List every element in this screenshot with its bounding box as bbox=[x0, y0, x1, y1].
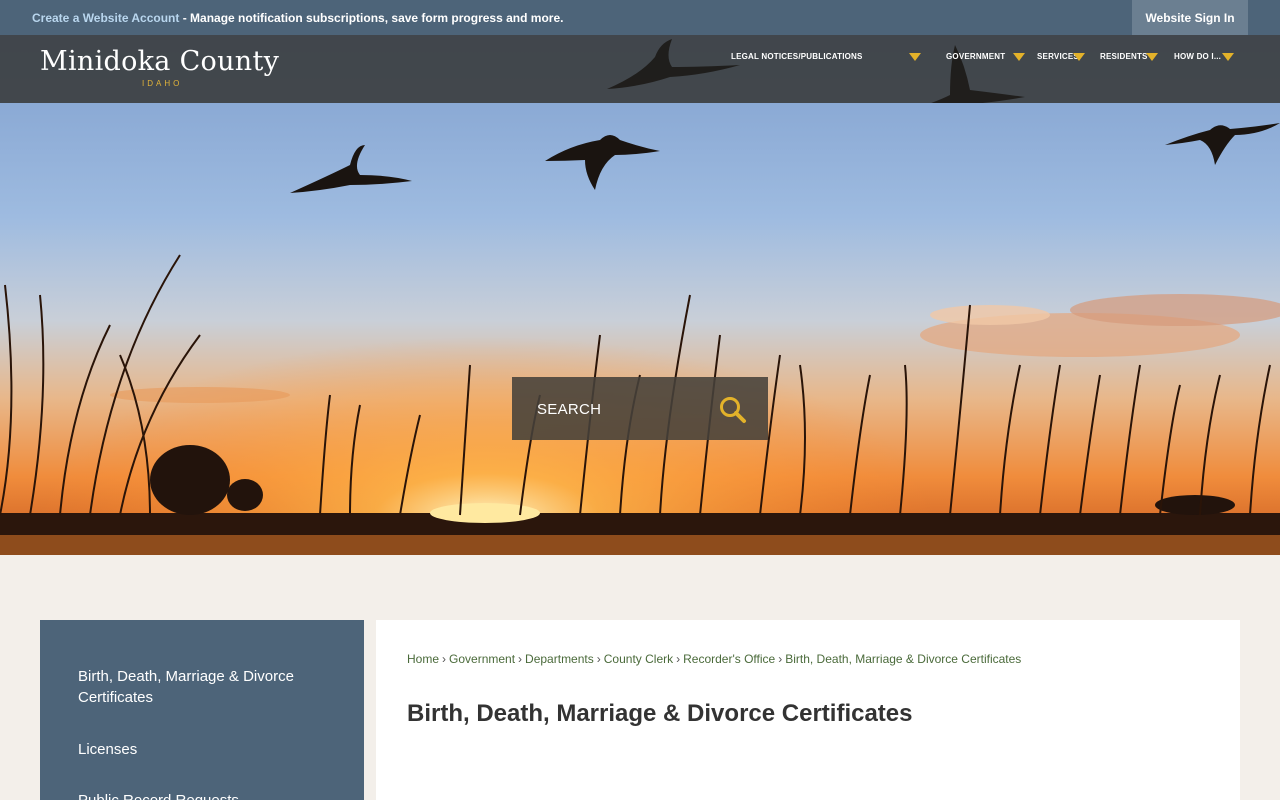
sidebar-item-certificates[interactable]: Birth, Death, Marriage & Divorce Certifi… bbox=[78, 666, 328, 708]
create-account-link[interactable]: Create a Website Account bbox=[32, 11, 179, 25]
breadcrumb-home[interactable]: Home bbox=[407, 652, 439, 666]
logo-subtitle: IDAHO bbox=[142, 79, 183, 88]
account-message: Create a Website Account - Manage notifi… bbox=[32, 11, 563, 25]
search-input[interactable]: SEARCH bbox=[537, 401, 601, 418]
utility-bar: Create a Website Account - Manage notifi… bbox=[0, 0, 1280, 35]
page-title: Birth, Death, Marriage & Divorce Certifi… bbox=[407, 700, 913, 727]
breadcrumb-current: Birth, Death, Marriage & Divorce Certifi… bbox=[785, 652, 1022, 666]
nav-legal-notices-caret-icon[interactable] bbox=[909, 53, 921, 61]
search-icon[interactable] bbox=[718, 395, 748, 425]
nav-residents-caret-icon[interactable] bbox=[1146, 53, 1158, 61]
section-sidebar: Birth, Death, Marriage & Divorce Certifi… bbox=[40, 620, 364, 800]
breadcrumb: Home › Government › Departments › County Clerk… bbox=[407, 652, 1022, 666]
sunset-marsh-image bbox=[0, 35, 1280, 555]
site-header: Minidoka County IDAHO LEGAL NOTICES/PUBL… bbox=[0, 35, 1280, 103]
breadcrumb-departments[interactable]: Departments bbox=[525, 652, 594, 666]
county-logo[interactable]: Minidoka County IDAHO bbox=[40, 46, 280, 88]
breadcrumb-county-clerk[interactable]: County Clerk bbox=[604, 652, 673, 666]
website-sign-in-button[interactable]: Website Sign In bbox=[1132, 0, 1248, 35]
nav-how-do-i[interactable]: HOW DO I... bbox=[1174, 52, 1221, 61]
nav-services-caret-icon[interactable] bbox=[1073, 53, 1085, 61]
main-content: Home › Government › Departments › County Clerk… bbox=[376, 620, 1240, 800]
account-message-text: - Manage notification subscriptions, sav… bbox=[179, 11, 564, 25]
logo-title: Minidoka County bbox=[40, 46, 280, 77]
hero-banner bbox=[0, 35, 1280, 555]
nav-residents[interactable]: RESIDENTS bbox=[1100, 52, 1148, 61]
nav-government[interactable]: GOVERNMENT bbox=[946, 52, 1005, 61]
site-search[interactable]: SEARCH bbox=[512, 377, 768, 440]
breadcrumb-recorders-office[interactable]: Recorder's Office bbox=[683, 652, 775, 666]
nav-how-do-i-caret-icon[interactable] bbox=[1222, 53, 1234, 61]
breadcrumb-government[interactable]: Government bbox=[449, 652, 515, 666]
sidebar-item-licenses[interactable]: Licenses bbox=[78, 739, 328, 760]
nav-legal-notices[interactable]: LEGAL NOTICES/PUBLICATIONS bbox=[731, 52, 863, 61]
sidebar-item-public-records[interactable]: Public Record Requests bbox=[78, 790, 328, 800]
nav-government-caret-icon[interactable] bbox=[1013, 53, 1025, 61]
